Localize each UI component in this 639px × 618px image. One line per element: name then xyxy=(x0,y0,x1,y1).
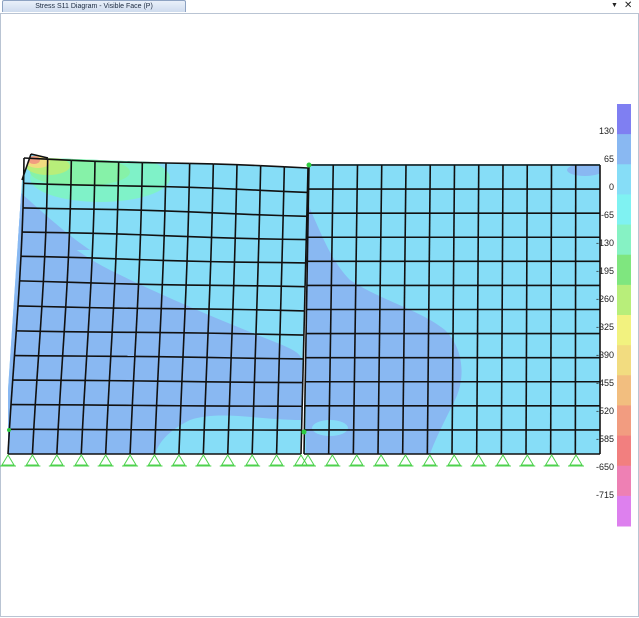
legend-value: -650 xyxy=(595,462,614,472)
pin-support-icon xyxy=(48,454,65,467)
pin-support-icon xyxy=(219,454,236,467)
legend-swatch xyxy=(617,435,631,467)
legend-value: -455 xyxy=(595,378,614,388)
legend-swatch xyxy=(617,284,631,316)
legend-value: 130 xyxy=(598,126,614,136)
legend-swatch xyxy=(617,254,631,286)
legend-value: -195 xyxy=(595,266,614,276)
pin-support-icon xyxy=(373,454,390,467)
node-marker xyxy=(7,428,11,432)
pin-support-icon xyxy=(244,454,261,467)
pin-support-icon xyxy=(146,454,163,467)
pin-support-icon xyxy=(421,454,438,467)
legend-swatch xyxy=(617,164,631,195)
legend-value: -130 xyxy=(595,238,614,248)
pin-support-icon xyxy=(73,454,90,467)
legend-value: -715 xyxy=(595,490,614,500)
pin-support-icon xyxy=(24,454,41,467)
pin-support-icon xyxy=(195,454,212,467)
pin-support-icon xyxy=(470,454,487,467)
legend-swatch xyxy=(617,104,631,135)
legend-value: -520 xyxy=(595,406,614,416)
stress-diagram-canvas[interactable] xyxy=(0,0,639,618)
pin-support-icon xyxy=(324,454,341,467)
legend-swatch xyxy=(617,194,631,226)
pin-support-icon xyxy=(543,454,560,467)
pin-support-icon xyxy=(494,454,511,467)
pin-support-icon xyxy=(397,454,414,467)
pin-support-icon xyxy=(268,454,285,467)
legend-value: -260 xyxy=(595,294,614,304)
legend-swatch xyxy=(617,224,631,256)
legend-value: 65 xyxy=(603,154,614,164)
pin-support-icon xyxy=(348,454,365,467)
legend-value: -585 xyxy=(595,434,614,444)
pin-support-icon xyxy=(97,454,114,467)
legend-value: -65 xyxy=(600,210,614,220)
legend-value: -325 xyxy=(595,322,614,332)
legend-swatch xyxy=(617,375,631,406)
legend-swatch xyxy=(617,315,631,346)
pin-support-icon xyxy=(122,454,139,467)
legend-value: -390 xyxy=(595,350,614,360)
node-marker xyxy=(301,429,307,435)
pin-support-icon xyxy=(0,454,16,467)
pin-support-icon xyxy=(446,454,463,467)
legend-color-bar xyxy=(617,104,631,527)
supports xyxy=(0,454,584,467)
legend-swatch xyxy=(617,345,631,376)
legend-swatch xyxy=(617,495,631,527)
legend-value: 0 xyxy=(608,182,614,192)
legend-swatch xyxy=(617,405,631,437)
pin-support-icon xyxy=(519,454,536,467)
left-wall-contour xyxy=(8,154,308,454)
legend-swatch xyxy=(617,465,631,497)
node-marker xyxy=(306,162,312,168)
legend-swatch xyxy=(617,134,631,165)
pin-support-icon xyxy=(170,454,187,467)
